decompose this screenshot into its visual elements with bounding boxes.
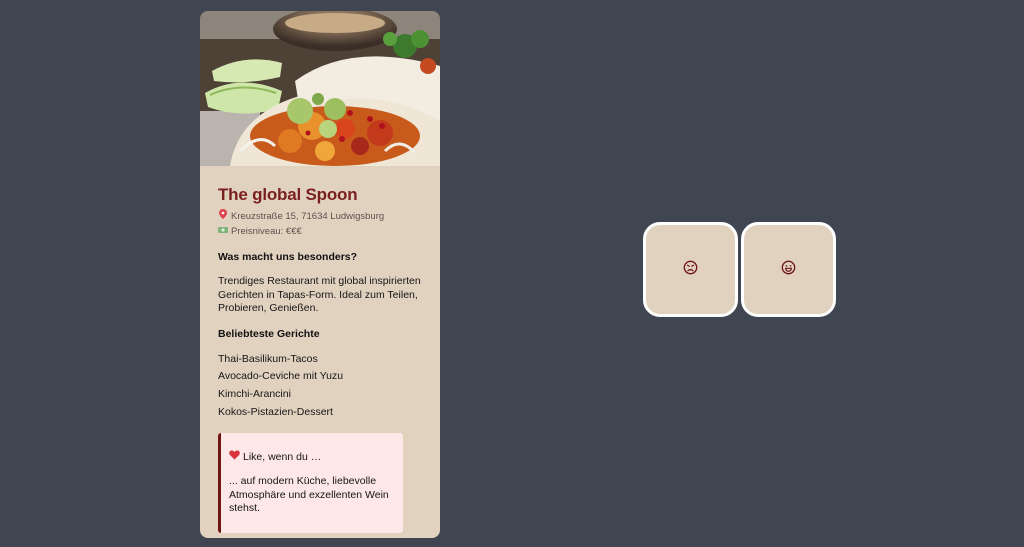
address-row: Kreuzstraße 15, 71634 Ludwigsburg (218, 209, 422, 224)
special-heading: Was macht uns besonders? (218, 251, 358, 263)
restaurant-card: The global Spoon Kreuzstraße 15, 71634 L… (200, 11, 440, 538)
dishes-list: Thai-Basilikum-Tacos Avocado-Ceviche mit… (218, 351, 422, 422)
heart-icon (229, 450, 240, 463)
money-icon (218, 224, 228, 239)
pin-icon (218, 209, 228, 224)
address-text: Kreuzstraße 15, 71634 Ludwigsburg (231, 211, 385, 222)
like-text: ... auf modern Küche, liebevolle Atmosph… (229, 475, 389, 515)
food-photo (200, 11, 440, 166)
list-item: Thai-Basilikum-Tacos (218, 352, 318, 365)
restaurant-name: The global Spoon (218, 185, 358, 204)
like-callout: Like, wenn du … ... auf modern Küche, li… (218, 433, 403, 533)
like-heading-row: Like, wenn du … (229, 450, 395, 463)
sad-face-icon (683, 260, 698, 280)
card-content: The global Spoon Kreuzstraße 15, 71634 L… (200, 166, 440, 533)
dishes-heading: Beliebteste Gerichte (218, 327, 320, 340)
restaurant-description: Trendiges Restaurant mit global inspirie… (218, 275, 421, 314)
price-row: Preisniveau: €€€ (218, 224, 422, 239)
happy-face-icon (781, 260, 796, 280)
list-item: Kokos-Pistazien-Dessert (218, 405, 333, 418)
tacos-image (200, 11, 440, 166)
like-heading: Like, wenn du … (243, 450, 322, 463)
dislike-button[interactable] (643, 222, 738, 317)
list-item: Avocado-Ceviche mit Yuzu (218, 370, 344, 383)
like-button[interactable] (741, 222, 836, 317)
price-text: Preisniveau: €€€ (231, 226, 302, 237)
list-item: Kimchi-Arancini (218, 387, 291, 400)
